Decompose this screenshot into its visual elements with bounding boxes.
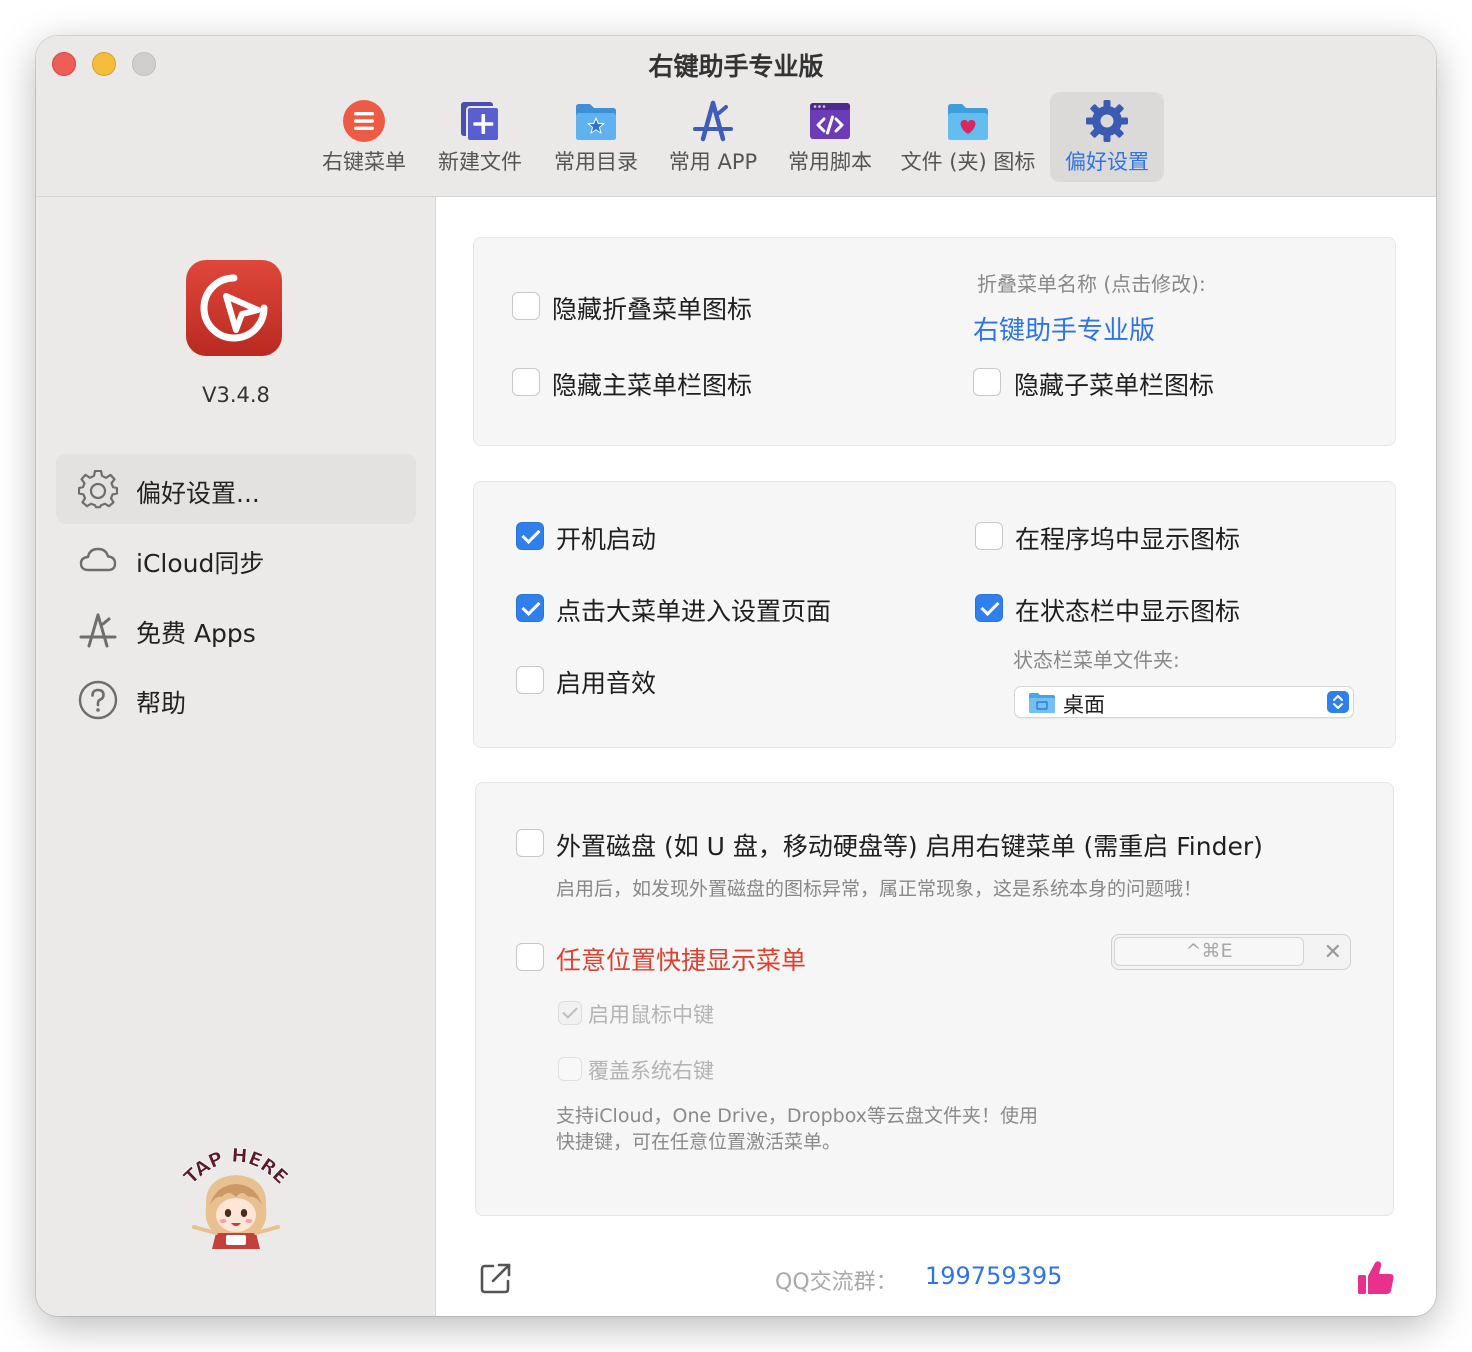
startup-settings-panel: 开机启动 点击大菜单进入设置页面 启用音效 在程序坞中显示图标 在状态栏中显示图…: [473, 481, 1396, 748]
qq-group-number-link[interactable]: 199759395: [925, 1262, 1062, 1290]
list-circle-icon: [343, 100, 385, 142]
external-disk-note: 启用后，如发现外置磁盘的图标异常，属正常现象，这是系统本身的问题哦！: [556, 878, 1203, 900]
tab-label: 新建文件: [438, 150, 522, 174]
window-title: 右键助手专业版: [648, 52, 824, 81]
show-in-dock-checkbox[interactable]: [975, 522, 1003, 550]
anywhere-menu-checkbox[interactable]: [516, 943, 544, 971]
app-store-icon: [693, 100, 733, 142]
cloud-note-line-1: 支持iCloud，One Drive，Dropbox等云盘文件夹！使用: [556, 1105, 1038, 1127]
tab-label: 右键菜单: [322, 150, 406, 174]
tab-common-folders[interactable]: 常用目录: [540, 92, 652, 182]
sidebar-item-preferences[interactable]: 偏好设置...: [56, 454, 416, 524]
gear-icon: [1086, 100, 1128, 142]
middle-click-checkbox[interactable]: [558, 1001, 582, 1025]
click-big-menu-checkbox[interactable]: [516, 594, 544, 622]
enable-sound-label: 启用音效: [556, 669, 657, 698]
tab-common-scripts[interactable]: 常用脚本: [774, 92, 886, 182]
hide-sub-icon-label: 隐藏子菜单栏图标: [1014, 371, 1215, 400]
external-disk-label: 外置磁盘 (如 U 盘，移动硬盘等) 启用右键菜单 (需重启 Finder): [556, 832, 1263, 861]
hide-sub-icon-checkbox[interactable]: [973, 368, 1001, 396]
cloud-note-line-2: 快捷键，可在任意位置激活菜单。: [556, 1131, 842, 1153]
chevron-updown-icon: [1327, 691, 1349, 713]
sidebar-item-help[interactable]: 帮助: [56, 664, 416, 734]
tab-label: 偏好设置: [1065, 150, 1149, 174]
tab-label: 常用目录: [554, 150, 638, 174]
app-window: 右键助手专业版 右键菜单 新建文件 常用目录 常用 APP 常用脚本 文件 (夹…: [36, 36, 1436, 1316]
qq-group-label: QQ交流群：: [775, 1270, 898, 1295]
sidebar-item-label: 免费 Apps: [136, 619, 256, 648]
hide-fold-icon-checkbox[interactable]: [512, 292, 540, 320]
hide-main-icon-checkbox[interactable]: [512, 368, 540, 396]
launch-at-login-label: 开机启动: [556, 525, 657, 554]
fold-name-value-link[interactable]: 右键助手专业版: [973, 310, 1155, 347]
hide-fold-icon-label: 隐藏折叠菜单图标: [552, 295, 753, 324]
middle-click-label: 启用鼠标中键: [588, 1003, 714, 1027]
sidebar-item-icloud-sync[interactable]: iCloud同步: [56, 524, 416, 594]
shortcut-recorder[interactable]: ^⌘E ✕: [1111, 934, 1351, 970]
enable-sound-checkbox[interactable]: [516, 666, 544, 694]
override-right-click-label: 覆盖系统右键: [588, 1059, 714, 1083]
show-in-dock-label: 在程序坞中显示图标: [1015, 525, 1241, 554]
new-file-icon: [461, 102, 500, 142]
click-big-menu-label: 点击大菜单进入设置页面: [556, 597, 832, 626]
main-content: 隐藏折叠菜单图标 隐藏主菜单栏图标 折叠菜单名称 (点击修改): 右键助手专业版…: [437, 197, 1436, 1316]
share-icon[interactable]: [479, 1261, 513, 1295]
title-bar: 右键助手专业版 右键菜单 新建文件 常用目录 常用 APP 常用脚本 文件 (夹…: [36, 36, 1436, 197]
fold-name-caption: 折叠菜单名称 (点击修改):: [977, 272, 1206, 296]
anywhere-menu-label: 任意位置快捷显示菜单: [556, 946, 807, 975]
statusbar-folder-caption: 状态栏菜单文件夹:: [1013, 648, 1180, 672]
tab-label: 文件 (夹) 图标: [900, 150, 1036, 174]
folder-heart-icon: [948, 104, 988, 140]
tab-label: 常用脚本: [788, 150, 872, 174]
statusbar-folder-value: 桌面: [1063, 693, 1105, 717]
sidebar-item-label: 帮助: [136, 689, 187, 718]
question-icon: [78, 680, 118, 720]
clear-shortcut-icon[interactable]: ✕: [1324, 940, 1342, 965]
tap-here-mascot-icon[interactable]: TAP HERE: [176, 1137, 296, 1257]
tab-label: 常用 APP: [668, 150, 758, 174]
show-in-statusbar-checkbox[interactable]: [975, 594, 1003, 622]
tab-preferences[interactable]: 偏好设置: [1050, 92, 1164, 182]
desktop-folder-icon: [1029, 693, 1055, 713]
hide-main-icon-label: 隐藏主菜单栏图标: [552, 371, 753, 400]
launch-at-login-checkbox[interactable]: [516, 522, 544, 550]
advanced-settings-panel: 外置磁盘 (如 U 盘，移动硬盘等) 启用右键菜单 (需重启 Finder) 启…: [475, 782, 1394, 1216]
override-right-click-checkbox[interactable]: [558, 1057, 582, 1081]
external-disk-checkbox[interactable]: [516, 829, 544, 857]
app-store-outline-icon: [79, 613, 117, 648]
tab-common-apps[interactable]: 常用 APP: [656, 92, 770, 182]
gear-outline-icon: [78, 470, 118, 509]
app-logo-icon: [186, 260, 282, 356]
tab-new-file[interactable]: 新建文件: [422, 92, 538, 182]
show-in-statusbar-label: 在状态栏中显示图标: [1015, 597, 1241, 626]
folder-star-icon: [576, 104, 616, 140]
sidebar-item-label: iCloud同步: [136, 549, 265, 578]
sidebar: V3.4.8 偏好设置... iCloud同步 免费 Apps 帮助 TAP H…: [36, 197, 436, 1316]
menu-icon-settings-panel: 隐藏折叠菜单图标 隐藏主菜单栏图标 折叠菜单名称 (点击修改): 右键助手专业版…: [473, 237, 1396, 446]
thumbs-up-icon[interactable]: [1356, 1258, 1396, 1298]
shortcut-key-field[interactable]: ^⌘E: [1114, 937, 1304, 966]
script-icon: [810, 103, 850, 139]
statusbar-folder-select[interactable]: 桌面: [1014, 686, 1354, 718]
tab-right-click-menu[interactable]: 右键菜单: [308, 92, 420, 182]
tab-file-folder-icons[interactable]: 文件 (夹) 图标: [892, 92, 1044, 182]
sidebar-item-label: 偏好设置...: [136, 479, 260, 508]
sidebar-item-free-apps[interactable]: 免费 Apps: [56, 594, 416, 664]
cloud-icon: [79, 547, 117, 572]
app-version: V3.4.8: [202, 383, 270, 407]
